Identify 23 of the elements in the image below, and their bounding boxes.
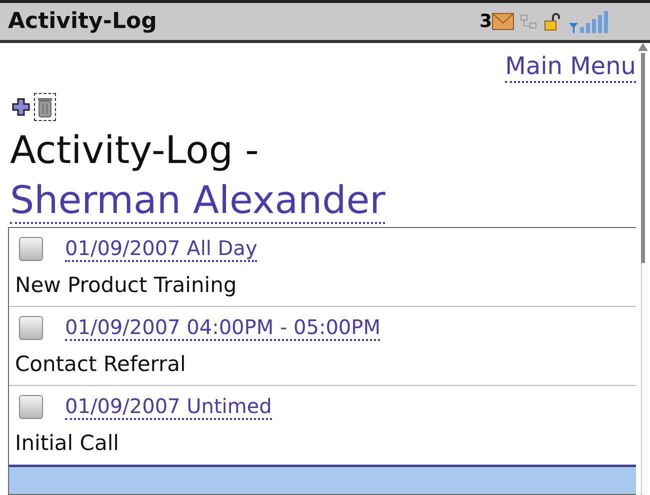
main-menu-link[interactable]: Main Menu	[505, 51, 636, 83]
checkbox[interactable]	[19, 316, 43, 340]
envelope-icon	[492, 13, 514, 30]
checkbox[interactable]	[19, 395, 43, 419]
selected-row[interactable]	[9, 465, 636, 494]
activity-title: Initial Call	[15, 430, 120, 457]
date-link[interactable]: 01/09/2007 Untimed	[65, 394, 272, 420]
network-icon	[520, 14, 538, 30]
checkbox[interactable]	[19, 237, 43, 261]
activity-row[interactable]: 01/09/2007 All Day New Product Training	[9, 228, 636, 307]
window-title: Activity-Log	[8, 8, 157, 36]
date-link[interactable]: 01/09/2007 All Day	[65, 236, 258, 262]
signal-icon	[568, 10, 608, 32]
date-link[interactable]: 01/09/2007 04:00PM - 05:00PM	[65, 315, 380, 341]
activity-title: Contact Referral	[15, 351, 187, 378]
page-heading: Activity-Log - Sherman Alexander	[9, 127, 386, 225]
activity-row[interactable]: 01/09/2007 04:00PM - 05:00PM Contact Referral	[9, 307, 636, 386]
plus-icon[interactable]	[12, 98, 30, 116]
message-count: 3	[479, 10, 492, 34]
trash-icon[interactable]	[34, 93, 56, 121]
lock-icon	[544, 12, 562, 30]
activity-title: New Product Training	[15, 272, 238, 299]
contact-link[interactable]: Sherman Alexander	[10, 178, 386, 224]
